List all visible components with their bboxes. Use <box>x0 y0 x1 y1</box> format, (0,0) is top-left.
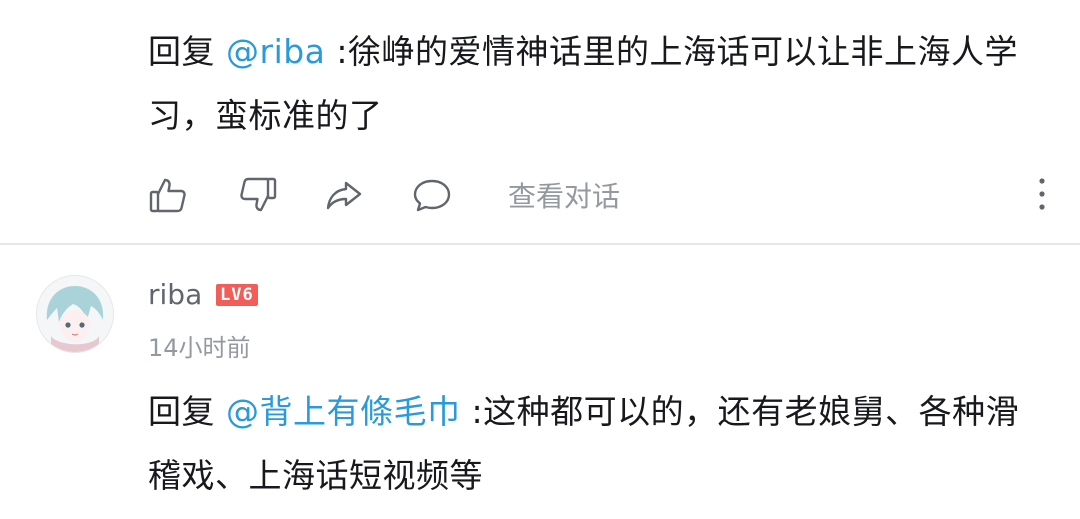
timestamp: 14小时前 <box>148 334 251 362</box>
level-badge: LV6 <box>216 284 258 306</box>
view-conversation-button[interactable]: 查看对话 <box>508 175 620 215</box>
avatar[interactable] <box>36 275 114 353</box>
divider <box>0 243 1080 245</box>
comment-text: 回复 @背上有條毛巾 :这种都可以的，还有老娘舅、各种滑稽戏、上海话短视频等 <box>148 380 1028 508</box>
thumbs-down-icon[interactable] <box>238 175 278 215</box>
thumbs-up-icon[interactable] <box>148 175 188 215</box>
username[interactable]: riba <box>148 278 202 311</box>
more-vertical-icon[interactable] <box>1034 176 1050 212</box>
comment-action-bar: 查看对话 <box>148 170 620 220</box>
comment-text: 回复 @riba :徐峥的爱情神话里的上海话可以让非上海人学习，蛮标准的了 <box>148 20 1028 148</box>
share-icon[interactable] <box>324 175 364 215</box>
reply-prefix: 回复 <box>148 32 226 71</box>
mention-link[interactable]: @背上有條毛巾 <box>226 392 461 431</box>
mention-link[interactable]: @riba <box>226 32 325 71</box>
reply-prefix: 回复 <box>148 392 226 431</box>
comment-icon[interactable] <box>412 175 452 215</box>
